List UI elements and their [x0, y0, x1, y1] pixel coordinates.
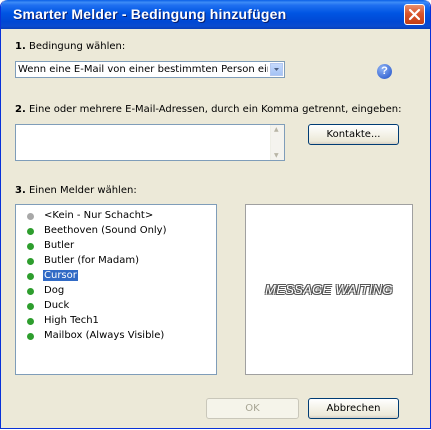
- list-item-label: Cursor: [43, 270, 78, 281]
- list-item[interactable]: High Tech1: [16, 314, 216, 329]
- email-field-scrollbar[interactable]: ▲ ▼: [270, 125, 284, 160]
- close-button[interactable]: [404, 4, 425, 25]
- condition-select[interactable]: Wenn eine E-Mail von einer bestimmten Pe…: [15, 61, 285, 78]
- preview-message: MESSAGE WAITING: [265, 282, 393, 297]
- status-dot-icon: [27, 243, 34, 250]
- step-number: 1.: [15, 41, 26, 52]
- list-item-label: Beethoven (Sound Only): [44, 225, 167, 236]
- list-item[interactable]: Beethoven (Sound Only): [16, 224, 216, 239]
- status-dot-icon: [27, 273, 34, 280]
- list-item[interactable]: Butler: [16, 239, 216, 254]
- status-dot-icon: [27, 258, 34, 265]
- help-icon[interactable]: ?: [377, 64, 392, 79]
- list-item-label: Butler (for Madam): [44, 255, 140, 266]
- list-item[interactable]: Cursor: [16, 269, 216, 284]
- notifier-preview: MESSAGE WAITING: [245, 204, 413, 375]
- condition-label: 1. Bedingung wählen:: [15, 41, 125, 52]
- window-title: Smarter Melder - Bedingung hinzufügen: [13, 6, 287, 22]
- status-dot-icon: [27, 288, 34, 295]
- status-dot-icon: [27, 318, 34, 325]
- chevron-down-icon: [274, 68, 279, 71]
- dropdown-button[interactable]: [270, 63, 283, 76]
- list-item-label: Mailbox (Always Visible): [44, 330, 165, 341]
- list-item-label: High Tech1: [44, 315, 99, 326]
- list-item[interactable]: <Kein - Nur Schacht>: [16, 209, 216, 224]
- cancel-button[interactable]: Abbrechen: [308, 398, 399, 419]
- email-label: 2. Eine oder mehrere E-Mail-Adressen, du…: [15, 104, 401, 115]
- email-addresses-field[interactable]: ▲ ▼: [15, 124, 285, 161]
- status-dot-icon: [27, 333, 34, 340]
- title-bar[interactable]: Smarter Melder - Bedingung hinzufügen: [1, 0, 430, 29]
- list-item-label: <Kein - Nur Schacht>: [44, 210, 154, 221]
- step-number: 3.: [15, 185, 26, 196]
- email-label-text: Eine oder mehrere E-Mail-Adressen, durch…: [28, 104, 402, 115]
- condition-select-value: Wenn eine E-Mail von einer bestimmten Pe…: [18, 64, 268, 75]
- status-dot-icon: [27, 213, 34, 220]
- list-item-label: Dog: [44, 285, 65, 296]
- notifier-label-text: Einen Melder wählen:: [28, 185, 137, 196]
- list-item[interactable]: Butler (for Madam): [16, 254, 216, 269]
- list-item[interactable]: Mailbox (Always Visible): [16, 329, 216, 344]
- step-number: 2.: [15, 104, 26, 115]
- ok-button[interactable]: OK: [206, 398, 299, 419]
- list-item[interactable]: Dog: [16, 284, 216, 299]
- dialog-window: Smarter Melder - Bedingung hinzufügen 1.…: [0, 0, 431, 429]
- close-icon: [408, 8, 421, 21]
- status-dot-icon: [27, 303, 34, 310]
- scroll-up-icon[interactable]: ▲: [274, 126, 279, 133]
- notifier-label: 3. Einen Melder wählen:: [15, 185, 137, 196]
- list-item[interactable]: Duck: [16, 299, 216, 314]
- scroll-down-icon[interactable]: ▼: [274, 152, 279, 159]
- status-dot-icon: [27, 228, 34, 235]
- list-item-label: Duck: [44, 300, 70, 311]
- condition-label-text: Bedingung wählen:: [28, 41, 126, 52]
- notifier-list[interactable]: <Kein - Nur Schacht> Beethoven (Sound Onl…: [15, 204, 217, 375]
- list-item-label: Butler: [44, 240, 75, 251]
- contacts-button[interactable]: Kontakte...: [308, 124, 399, 145]
